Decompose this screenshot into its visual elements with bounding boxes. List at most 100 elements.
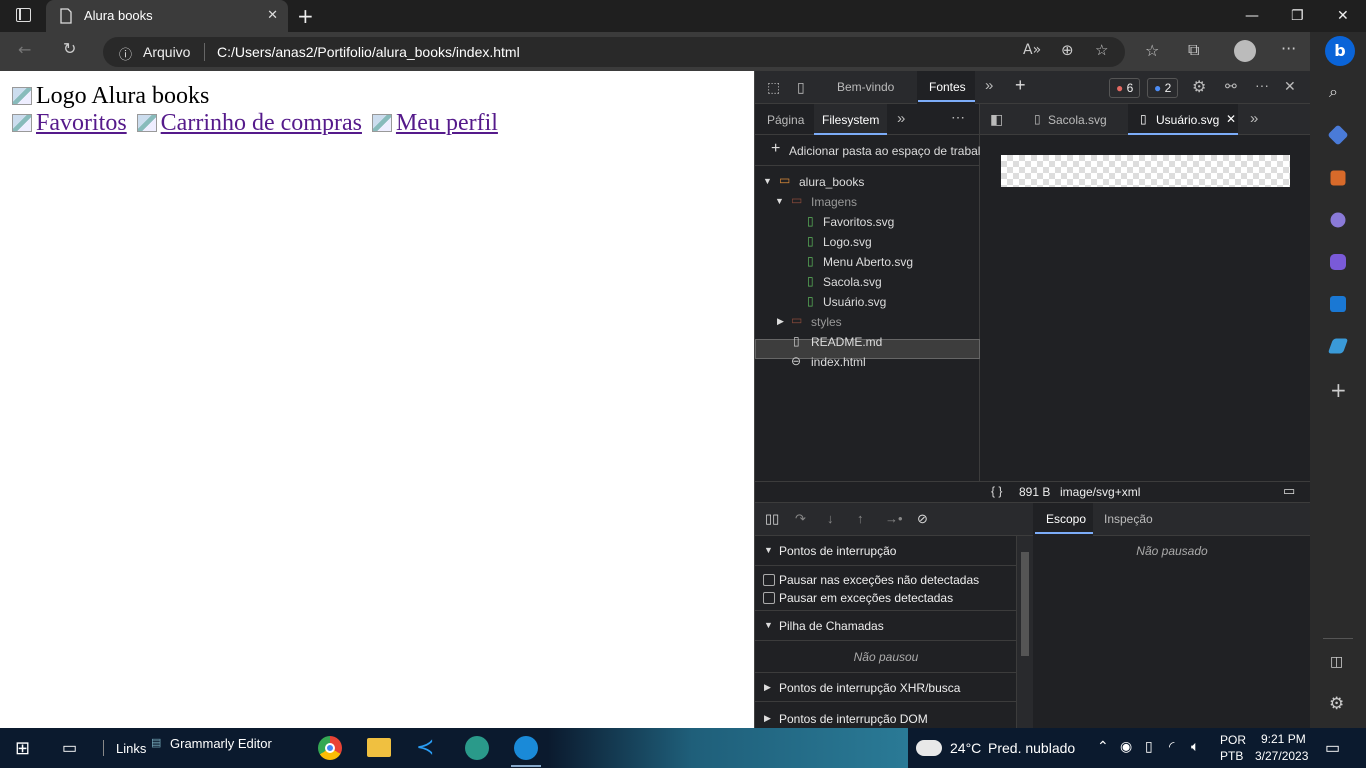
editor-tab-usuario[interactable]: Usuário.svg (1156, 113, 1219, 127)
more-tabs-icon[interactable]: » (985, 77, 993, 94)
start-windows-icon[interactable]: ⊞ (15, 738, 30, 759)
profile-link[interactable]: Meu perfil (396, 110, 498, 136)
file-explorer-icon[interactable] (367, 738, 391, 757)
minimize-icon[interactable]: — (1245, 8, 1259, 24)
devtools-more-icon[interactable]: ··· (1255, 77, 1269, 93)
address-bar[interactable]: ⓘ Arquivo C:/Users/anas2/Portifolio/alur… (103, 37, 1125, 67)
deactivate-breakpoints-icon[interactable]: ⊘ (917, 511, 928, 527)
breakpoints-section[interactable]: ▼ Pontos de interrupção (755, 536, 1017, 566)
temperature[interactable]: 24°C (950, 740, 981, 756)
close-tab-icon[interactable]: ✕ (267, 8, 278, 23)
inspect-icon[interactable]: ⬚ (767, 79, 780, 96)
links-toolbar[interactable]: Links (116, 741, 146, 756)
step-icon[interactable]: →• (885, 511, 903, 526)
tree-folder-imagens[interactable]: Imagens (811, 195, 857, 209)
tree-file-readme[interactable]: README.md (811, 335, 882, 349)
weather-condition[interactable]: Pred. nublado (988, 740, 1075, 756)
more-tabs-icon[interactable]: » (897, 110, 905, 127)
tab-sources[interactable]: Fontes (929, 80, 966, 94)
task-view-icon[interactable]: ▭ (62, 738, 77, 758)
language-bottom[interactable]: PTB (1220, 749, 1243, 763)
tools-icon[interactable] (1330, 170, 1346, 186)
show-hidden-icons-icon[interactable]: ⌃ (1097, 738, 1109, 755)
issues-counter[interactable]: ● 2 (1147, 78, 1179, 98)
back-icon[interactable]: ← (18, 40, 31, 59)
expand-arrow-icon[interactable]: ▼ (775, 196, 784, 206)
add-folder-row[interactable]: + Adicionar pasta ao espaço de trabal (755, 136, 980, 166)
refresh-icon[interactable]: ↻ (63, 39, 76, 58)
meet-now-icon[interactable]: ▯ (1145, 738, 1153, 755)
pause-icon[interactable]: ▯▯ (765, 511, 779, 527)
notifications-icon[interactable]: ▭ (1325, 738, 1340, 758)
info-icon[interactable]: ⓘ (119, 44, 132, 63)
tab-actions-icon[interactable] (16, 8, 31, 22)
edge-dev-icon[interactable] (465, 736, 489, 760)
outlook-icon[interactable] (1330, 296, 1346, 312)
braces-icon[interactable]: { } (991, 484, 1002, 498)
new-tab-icon[interactable]: + (297, 4, 314, 28)
tab-page[interactable]: Página (767, 113, 804, 127)
url-text[interactable]: C:/Users/anas2/Portifolio/alura_books/in… (217, 44, 520, 60)
tree-file[interactable]: Menu Aberto.svg (823, 255, 913, 269)
tree-file-selected[interactable]: Usuário.svg (823, 295, 886, 309)
tree-folder-styles[interactable]: styles (811, 315, 842, 329)
tree-file[interactable]: Logo.svg (823, 235, 872, 249)
close-window-icon[interactable]: ✕ (1337, 8, 1349, 24)
add-tab-icon[interactable]: + (1015, 75, 1026, 96)
call-stack-section[interactable]: ▼ Pilha de Chamadas (755, 611, 1017, 641)
xhr-breakpoints-section[interactable]: ▶ Pontos de interrupção XHR/busca (755, 672, 1017, 702)
toggle-navigator-icon[interactable]: ◧ (990, 111, 1003, 128)
pause-caught-checkbox[interactable] (763, 592, 775, 604)
bing-chat-icon[interactable]: b (1325, 36, 1355, 66)
shopping-icon[interactable] (1327, 124, 1349, 146)
navigator-more-icon[interactable]: ⋯ (951, 109, 965, 126)
favorites-link[interactable]: Favoritos (36, 110, 127, 136)
pause-uncaught-checkbox[interactable] (763, 574, 775, 586)
expand-arrow-icon[interactable]: ▼ (763, 176, 772, 186)
tree-file[interactable]: Sacola.svg (823, 275, 882, 289)
language-top[interactable]: POR (1220, 733, 1246, 747)
hide-sidebar-icon[interactable]: ◫ (1330, 654, 1343, 670)
vertical-scrollbar[interactable] (1017, 536, 1033, 728)
device-emulation-icon[interactable]: ▯ (797, 79, 805, 96)
favorites-icon[interactable]: ☆ (1145, 41, 1159, 60)
office-icon[interactable] (1330, 254, 1346, 270)
tab-filesystem[interactable]: Filesystem (822, 113, 879, 127)
more-options-icon[interactable]: ··· (1281, 39, 1296, 58)
edge-icon[interactable] (514, 736, 538, 760)
tree-file[interactable]: Favoritos.svg (823, 215, 894, 229)
errors-counter[interactable]: ● 6 (1109, 78, 1141, 98)
collapse-arrow-icon[interactable]: ▶ (777, 316, 784, 327)
add-sidebar-app-icon[interactable]: + (1330, 378, 1347, 402)
close-devtools-icon[interactable]: ✕ (1284, 78, 1296, 95)
volume-icon[interactable]: 🔈︎ (1191, 738, 1199, 755)
tree-file-index[interactable]: index.html (811, 355, 866, 369)
drop-icon[interactable] (1327, 338, 1349, 354)
settings-gear-icon[interactable]: ⚙ (1192, 77, 1206, 97)
close-editor-tab-icon[interactable]: ✕ (1226, 112, 1236, 126)
read-aloud-icon[interactable]: A» (1023, 42, 1041, 58)
wifi-icon[interactable]: ◜ (1169, 738, 1174, 755)
search-icon[interactable]: ⌕ (1329, 82, 1338, 102)
browser-tab[interactable]: Alura books ✕ (46, 0, 288, 32)
cart-link[interactable]: Carrinho de compras (161, 110, 362, 136)
collections-icon[interactable]: ⧉ (1188, 40, 1199, 60)
coverage-icon[interactable]: ▭ (1283, 483, 1295, 499)
clock-time[interactable]: 9:21 PM (1261, 732, 1306, 746)
tab-welcome[interactable]: Bem-vindo (837, 80, 894, 94)
step-over-icon[interactable]: ↷ (795, 511, 806, 527)
add-favorite-icon[interactable]: ☆ (1095, 41, 1108, 59)
more-tabs-icon[interactable]: » (1250, 110, 1258, 127)
step-into-icon[interactable]: ↓ (827, 511, 834, 526)
chrome-icon[interactable] (318, 736, 342, 760)
profile-avatar-icon[interactable] (1234, 40, 1256, 62)
zoom-icon[interactable]: ⊕ (1061, 41, 1074, 59)
tab-scope[interactable]: Escopo (1046, 512, 1086, 526)
step-out-icon[interactable]: ↑ (857, 511, 864, 526)
connect-icon[interactable]: ⚯ (1225, 78, 1237, 95)
sidebar-settings-icon[interactable]: ⚙ (1329, 694, 1344, 714)
games-icon[interactable] (1330, 212, 1346, 228)
vscode-icon[interactable]: ≺ (416, 734, 434, 760)
editor-tab-sacola[interactable]: Sacola.svg (1048, 113, 1107, 127)
tab-watch[interactable]: Inspeção (1104, 512, 1153, 526)
